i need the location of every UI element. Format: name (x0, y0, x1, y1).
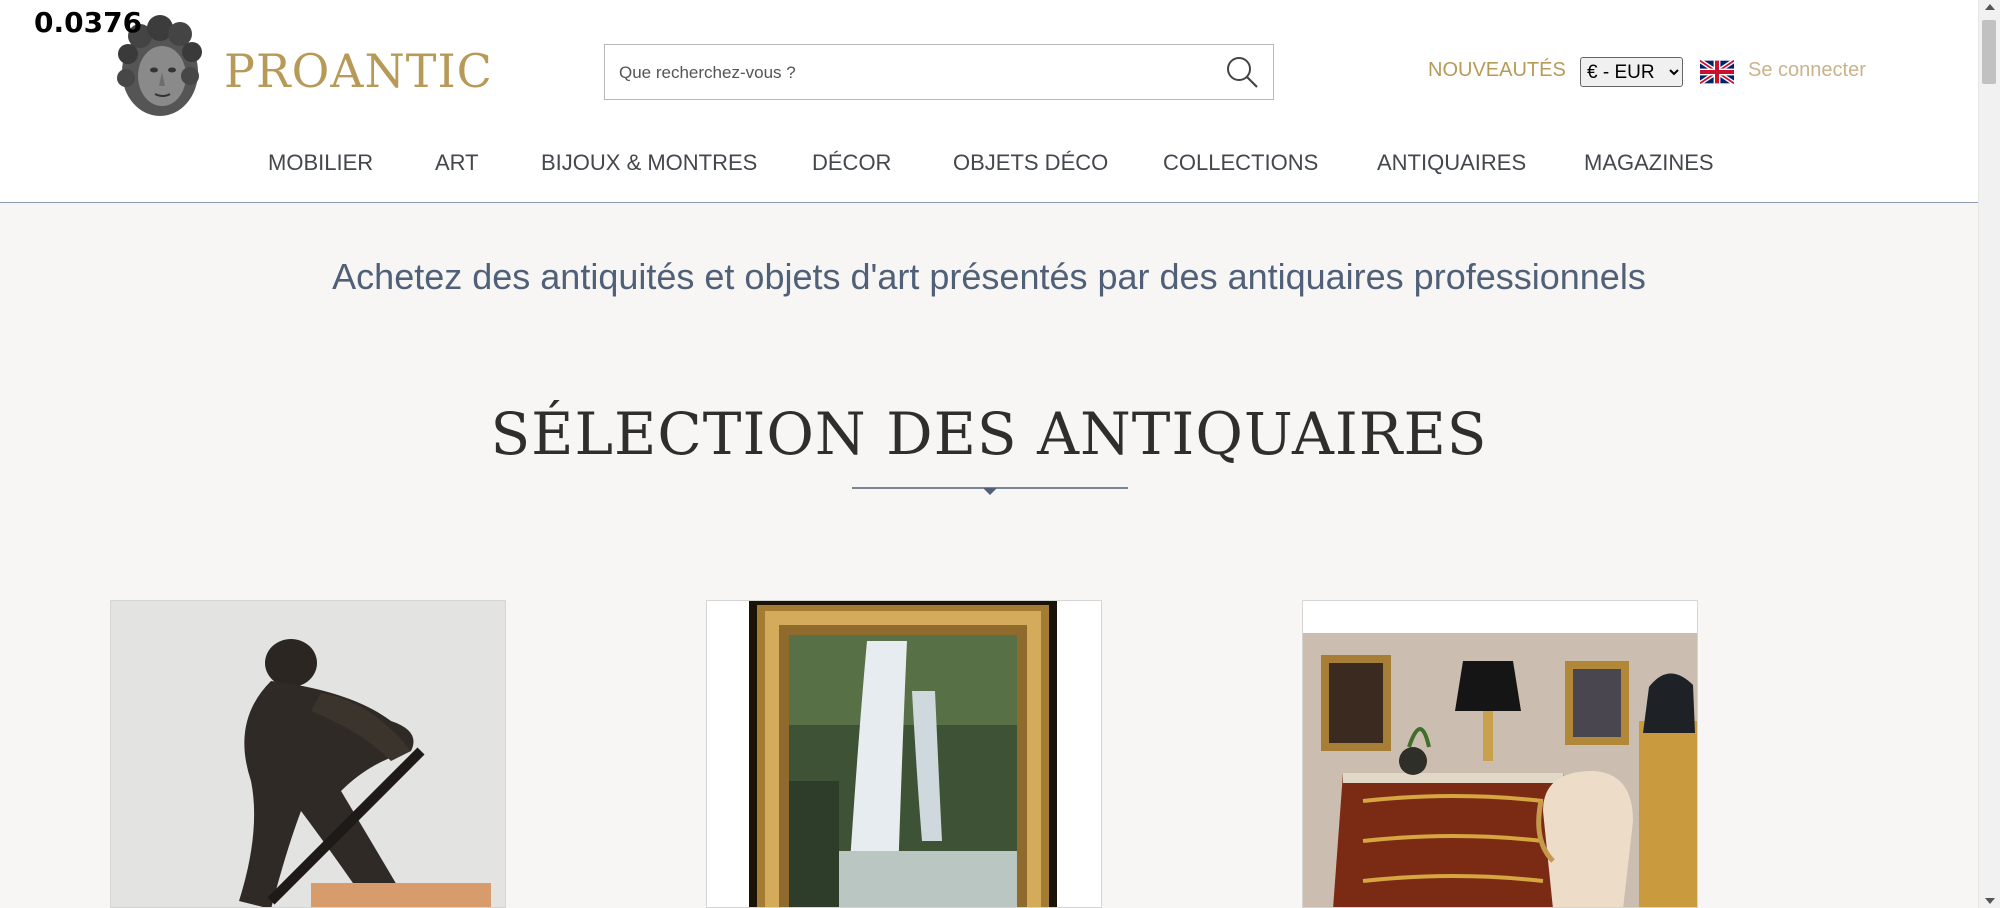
product-image-bronze-sculpture[interactable] (111, 601, 506, 908)
product-image-waterfall-painting[interactable] (707, 601, 1102, 908)
nav-item-magazines[interactable]: MAGAZINES (1584, 150, 1714, 176)
main-nav: MOBILIER ART BIJOUX & MONTRES DÉCOR OBJE… (0, 150, 1978, 178)
tagline: Achetez des antiquités et objets d'art p… (332, 256, 1646, 297)
product-card-1[interactable] (110, 600, 506, 908)
title-divider (852, 487, 1128, 495)
product-image-antique-commode[interactable] (1303, 601, 1698, 908)
uk-flag-icon[interactable] (1700, 60, 1734, 84)
nav-item-decor[interactable]: DÉCOR (812, 150, 891, 176)
search-icon[interactable] (1225, 55, 1259, 89)
search-input[interactable] (617, 45, 1201, 101)
nav-item-mobilier[interactable]: MOBILIER (268, 150, 373, 176)
login-link[interactable]: Se connecter (1748, 59, 1866, 82)
brand-logo-text[interactable]: PROANTIC (224, 44, 493, 98)
new-arrivals-link[interactable]: NOUVEAUTÉS (1428, 59, 1566, 82)
search-box[interactable] (604, 44, 1274, 101)
scrollbar-thumb[interactable] (1982, 20, 1996, 84)
currency-select[interactable]: € - EUR (1580, 57, 1683, 87)
section-title: SÉLECTION DES ANTIQUAIRES (490, 400, 1488, 468)
debug-value: 0.0376 (34, 6, 143, 39)
product-card-2[interactable] (706, 600, 1102, 908)
product-card-3[interactable] (1302, 600, 1698, 908)
page-scrollbar[interactable] (1978, 0, 2000, 908)
nav-item-objets-deco[interactable]: OBJETS DÉCO (953, 150, 1108, 176)
nav-item-bijoux-montres[interactable]: BIJOUX & MONTRES (541, 150, 757, 176)
nav-item-collections[interactable]: COLLECTIONS (1163, 150, 1318, 176)
scroll-up-arrow-icon[interactable] (1985, 4, 1995, 10)
scroll-down-arrow-icon[interactable] (1985, 898, 1995, 904)
nav-item-antiquaires[interactable]: ANTIQUAIRES (1377, 150, 1526, 176)
nav-item-art[interactable]: ART (435, 150, 479, 176)
site-header: 0.0376 PROANTIC NOUVEAUTÉS € - EUR Se co… (0, 0, 1978, 203)
